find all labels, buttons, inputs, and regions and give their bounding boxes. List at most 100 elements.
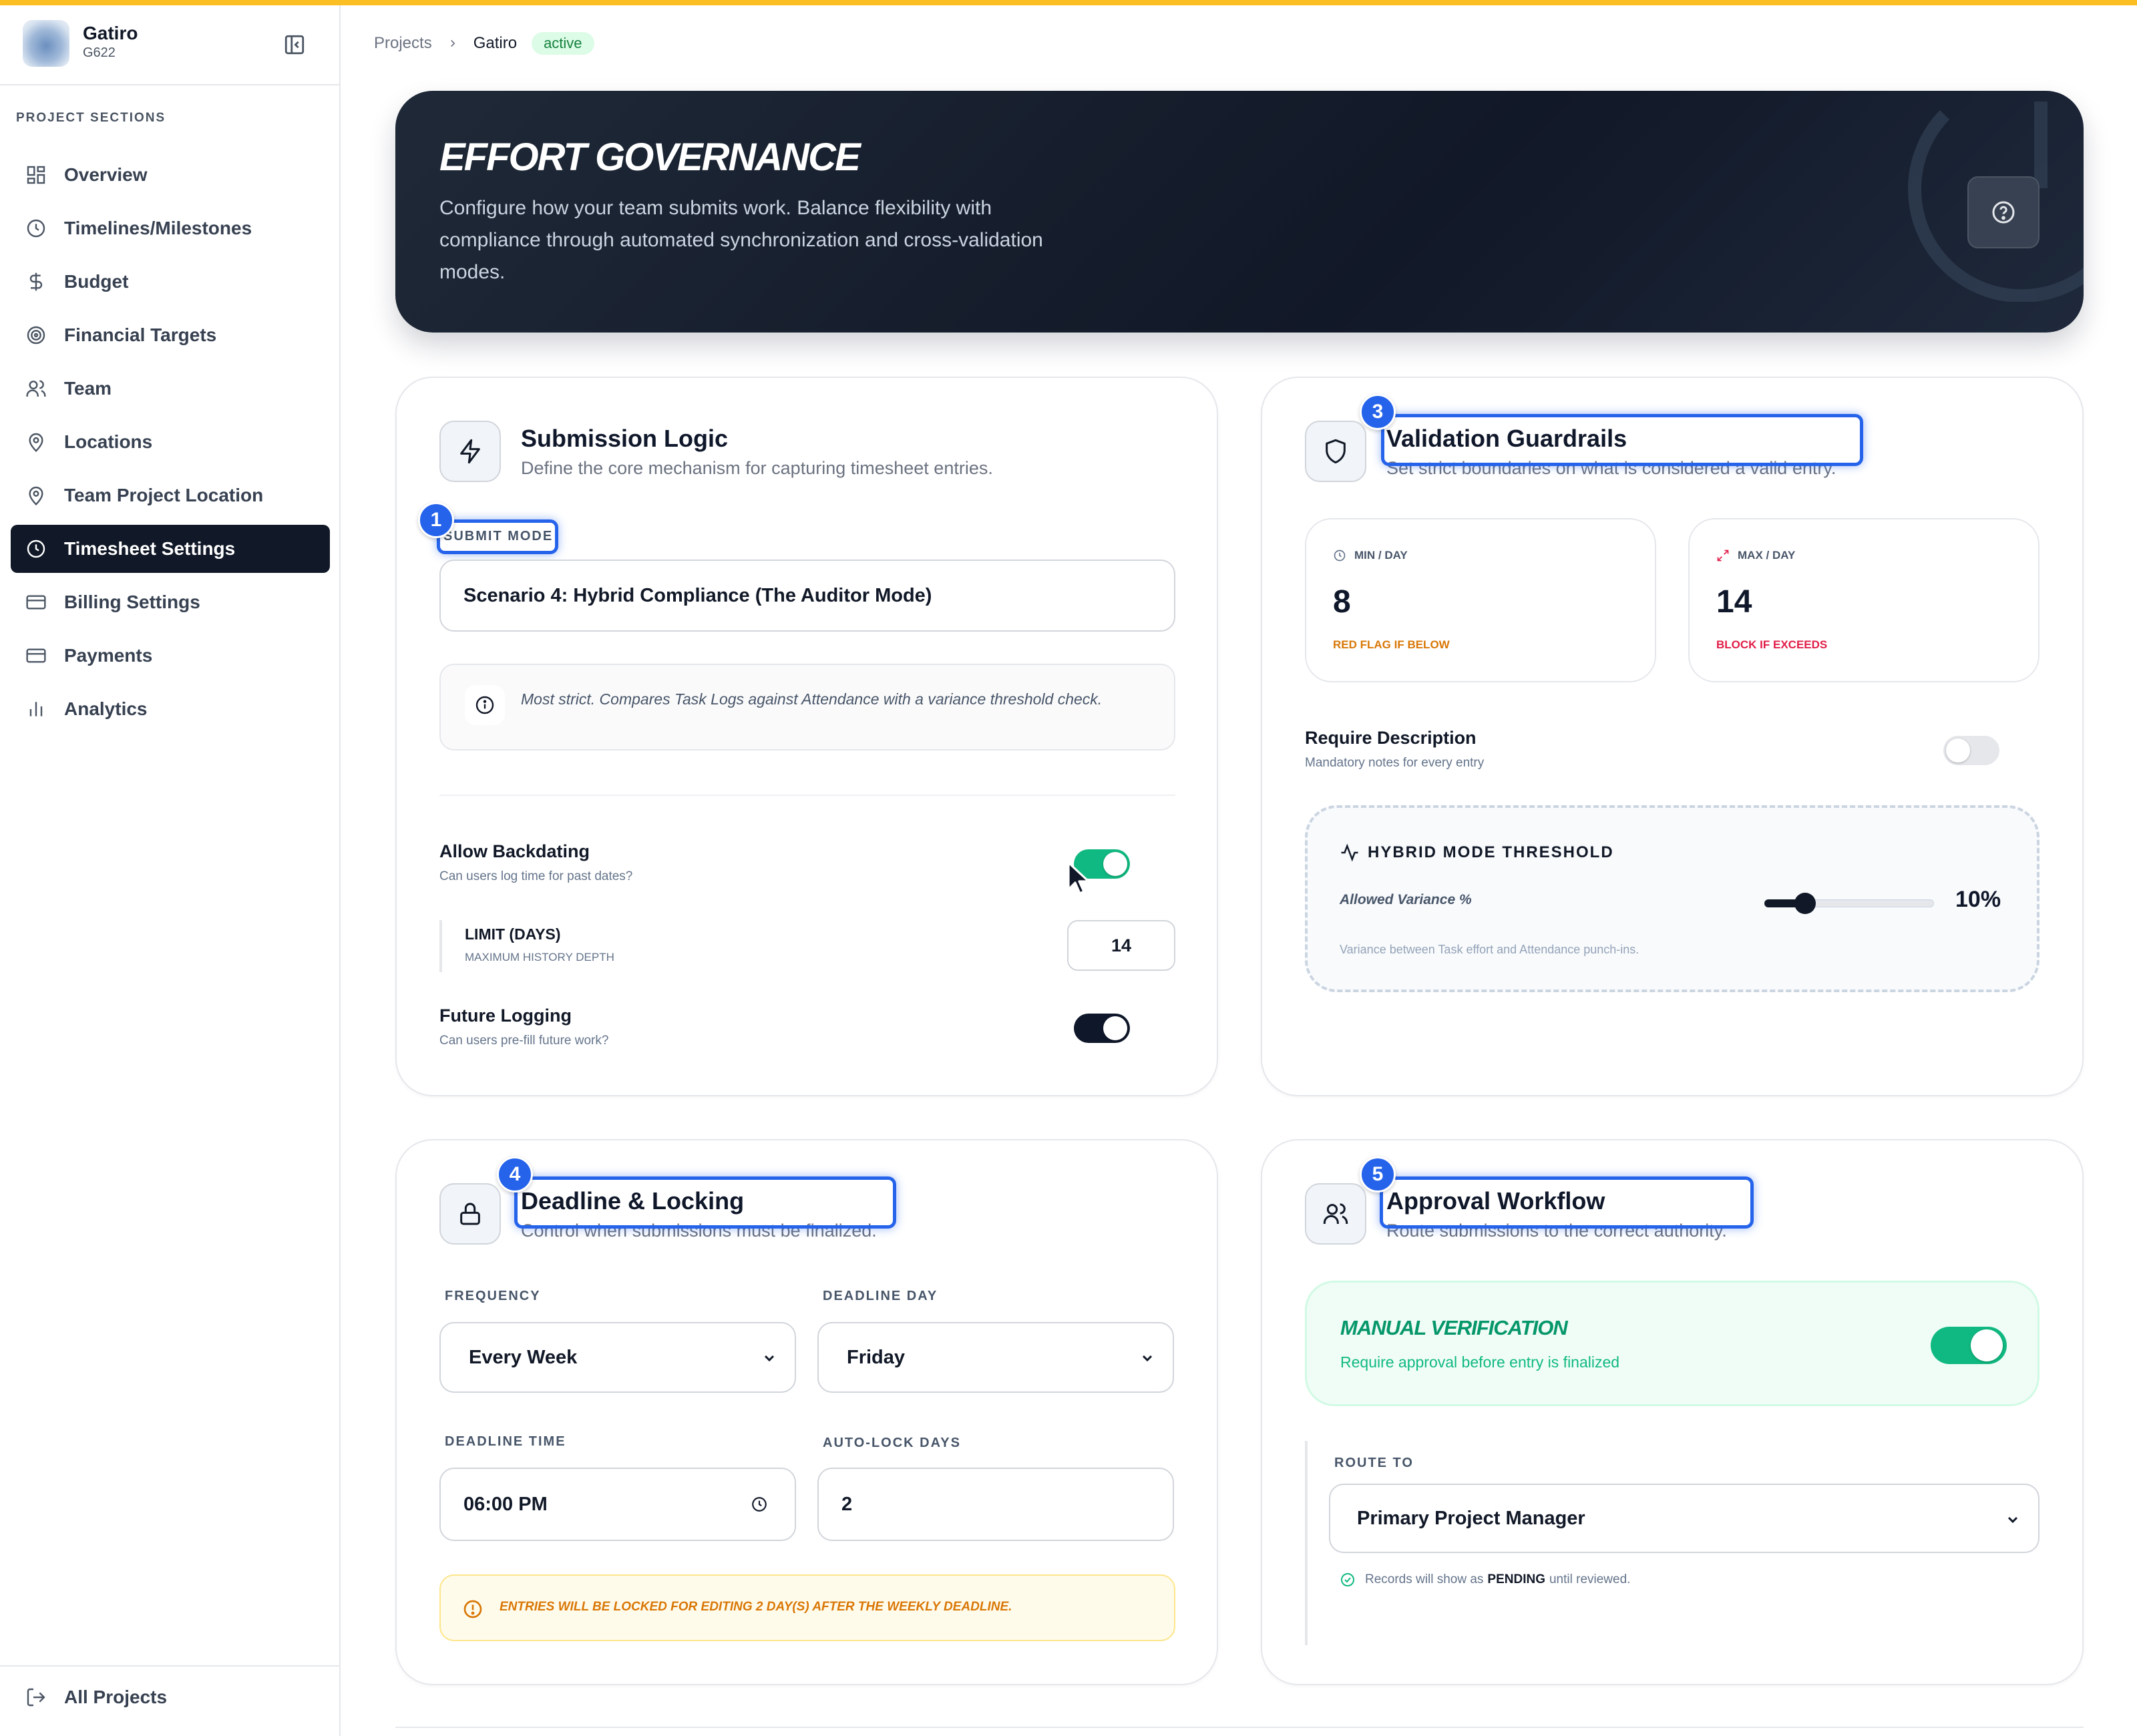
- chevron-down-icon: [764, 1355, 775, 1362]
- step-marker: 1: [418, 502, 454, 538]
- sidebar-item-label: Timelines/Milestones: [64, 218, 252, 238]
- lock-warning-text: ENTRIES WILL BE LOCKED FOR EDITING 2 DAY…: [500, 1600, 1012, 1614]
- step-marker: 3: [1360, 394, 1396, 430]
- sidebar-item-timesheet-settings[interactable]: Timesheet Settings: [11, 525, 330, 573]
- deadline-day-select[interactable]: Friday: [817, 1322, 1174, 1393]
- card-title: Submission Logic: [521, 425, 729, 452]
- manual-verification-subtitle: Require approval before entry is finaliz…: [1340, 1353, 1620, 1371]
- sidebar-item-team-project-location[interactable]: Team Project Location: [11, 471, 330, 519]
- mouse-cursor-icon: [1067, 861, 1090, 895]
- card-subtitle: Define the core mechanism for capturing …: [521, 458, 993, 478]
- sidebar-item-payments[interactable]: Payments: [11, 632, 330, 680]
- chevron-right-icon: [450, 39, 455, 47]
- limit-days-input[interactable]: 14: [1067, 920, 1175, 971]
- submit-mode-label: SUBMIT MODE: [443, 529, 554, 544]
- project-code: G622: [83, 45, 116, 60]
- dollar-icon: [29, 272, 43, 291]
- lock-icon: [460, 1203, 480, 1225]
- info-icon: [465, 685, 505, 725]
- manual-verification-title: MANUAL VERIFICATION: [1340, 1316, 1568, 1339]
- map-pin-icon: [29, 486, 43, 505]
- sidebar: Gatiro G622 PROJECT SECTIONS Overview Ti…: [0, 5, 341, 1736]
- users-icon: [1323, 1203, 1348, 1224]
- frequency-select[interactable]: Every Week: [439, 1322, 796, 1393]
- sidebar-item-overview[interactable]: Overview: [11, 151, 330, 199]
- backdating-title: Allow Backdating: [439, 841, 590, 861]
- step-marker: 4: [497, 1156, 533, 1192]
- all-projects-link[interactable]: All Projects: [25, 1687, 167, 1708]
- sidebar-item-locations[interactable]: Locations: [11, 418, 330, 466]
- route-note-pre: Records will show as: [1365, 1572, 1484, 1586]
- sidebar-item-label: Payments: [64, 645, 153, 666]
- project-name: Gatiro: [83, 23, 138, 43]
- route-indent-bar: [1305, 1441, 1308, 1645]
- map-pin-icon: [29, 433, 43, 452]
- lock-warning: ENTRIES WILL BE LOCKED FOR EDITING 2 DAY…: [439, 1574, 1175, 1641]
- threshold-title: HYBRID MODE THRESHOLD: [1368, 843, 1614, 861]
- limit-days-subtitle: MAXIMUM HISTORY DEPTH: [465, 951, 614, 963]
- submit-mode-description: Most strict. Compares Task Logs against …: [521, 690, 1103, 708]
- deadline-time-input[interactable]: 06:00 PM: [439, 1468, 796, 1541]
- alert-circle-icon: [463, 1600, 482, 1618]
- lightning-icon: [460, 439, 480, 464]
- deadline-time-value: 06:00 PM: [463, 1493, 548, 1515]
- manual-verification-toggle[interactable]: [1931, 1327, 2007, 1364]
- require-description-toggle[interactable]: [1943, 736, 1999, 765]
- manual-verification-panel: MANUAL VERIFICATION Require approval bef…: [1305, 1281, 2039, 1406]
- users-icon: [26, 380, 46, 397]
- backdating-subtitle: Can users log time for past dates?: [439, 869, 633, 883]
- route-note-status: PENDING: [1487, 1572, 1545, 1586]
- deadline-locking-card: Deadline & Locking Control when submissi…: [395, 1139, 1218, 1685]
- sidebar-item-billing-settings[interactable]: Billing Settings: [11, 578, 330, 626]
- help-button[interactable]: [1967, 176, 2039, 248]
- frequency-value: Every Week: [469, 1346, 578, 1368]
- max-per-day-box[interactable]: MAX / DAY 14 BLOCK IF EXCEEDS: [1688, 518, 2039, 682]
- clock-icon: [27, 539, 45, 558]
- sidebar-item-label: Team: [64, 378, 112, 399]
- step-marker: 5: [1360, 1156, 1396, 1192]
- card-icon-box: [1305, 421, 1366, 482]
- sidebar-item-label: Timesheet Settings: [64, 538, 236, 559]
- min-per-day-label-text: MIN / DAY: [1354, 549, 1408, 562]
- sidebar-item-timelines[interactable]: Timelines/Milestones: [11, 204, 330, 252]
- sidebar-item-team[interactable]: Team: [11, 365, 330, 413]
- auto-lock-input[interactable]: 2: [817, 1468, 1174, 1541]
- route-to-select[interactable]: Primary Project Manager: [1329, 1484, 2039, 1553]
- sidebar-item-label: Budget: [64, 271, 129, 292]
- grid-icon: [27, 166, 45, 184]
- route-note-post: until reviewed.: [1549, 1572, 1631, 1586]
- validation-guardrails-card: Validation Guardrails Set strict boundar…: [1261, 377, 2084, 1096]
- clock-icon[interactable]: [751, 1496, 768, 1513]
- approval-title-highlight: [1380, 1176, 1754, 1229]
- slider-thumb[interactable]: [1794, 893, 1816, 914]
- expand-icon: [1717, 550, 1729, 562]
- sidebar-item-label: Billing Settings: [64, 592, 200, 612]
- submit-mode-select[interactable]: Scenario 4: Hybrid Compliance (The Audit…: [439, 560, 1175, 632]
- submit-mode-info: Most strict. Compares Task Logs against …: [439, 664, 1175, 750]
- section-label: PROJECT SECTIONS: [16, 111, 166, 125]
- sidebar-nav: Overview Timelines/Milestones Budget Fin…: [11, 151, 330, 738]
- sidebar-item-budget[interactable]: Budget: [11, 258, 330, 306]
- card-icon-box: [1305, 1183, 1366, 1245]
- breadcrumb: Projects Gatiro active: [374, 32, 594, 55]
- status-badge: active: [532, 32, 594, 55]
- future-logging-subtitle: Can users pre-fill future work?: [439, 1034, 609, 1048]
- min-per-day-box[interactable]: MIN / DAY 8 RED FLAG IF BELOW: [1305, 518, 1656, 682]
- page-description: Configure how your team submits work. Ba…: [439, 197, 1043, 283]
- future-logging-title: Future Logging: [439, 1006, 572, 1026]
- all-projects-label: All Projects: [64, 1687, 168, 1707]
- deadline-title-highlight: [514, 1176, 896, 1229]
- variance-slider[interactable]: [1764, 893, 1934, 914]
- sidebar-item-label: Financial Targets: [64, 324, 217, 345]
- divider: [439, 795, 1175, 796]
- min-per-day-value: 8: [1333, 584, 1351, 620]
- sidebar-item-analytics[interactable]: Analytics: [11, 685, 330, 733]
- target-icon: [27, 326, 45, 345]
- max-per-day-note: BLOCK IF EXCEEDS: [1716, 638, 1828, 651]
- sidebar-item-financial-targets[interactable]: Financial Targets: [11, 311, 330, 359]
- route-to-value: Primary Project Manager: [1357, 1507, 1585, 1529]
- breadcrumb-projects-link[interactable]: Projects: [374, 34, 432, 53]
- sidebar-item-label: Overview: [64, 164, 148, 185]
- sidebar-collapse-icon[interactable]: [283, 33, 306, 56]
- future-logging-toggle[interactable]: [1074, 1014, 1130, 1043]
